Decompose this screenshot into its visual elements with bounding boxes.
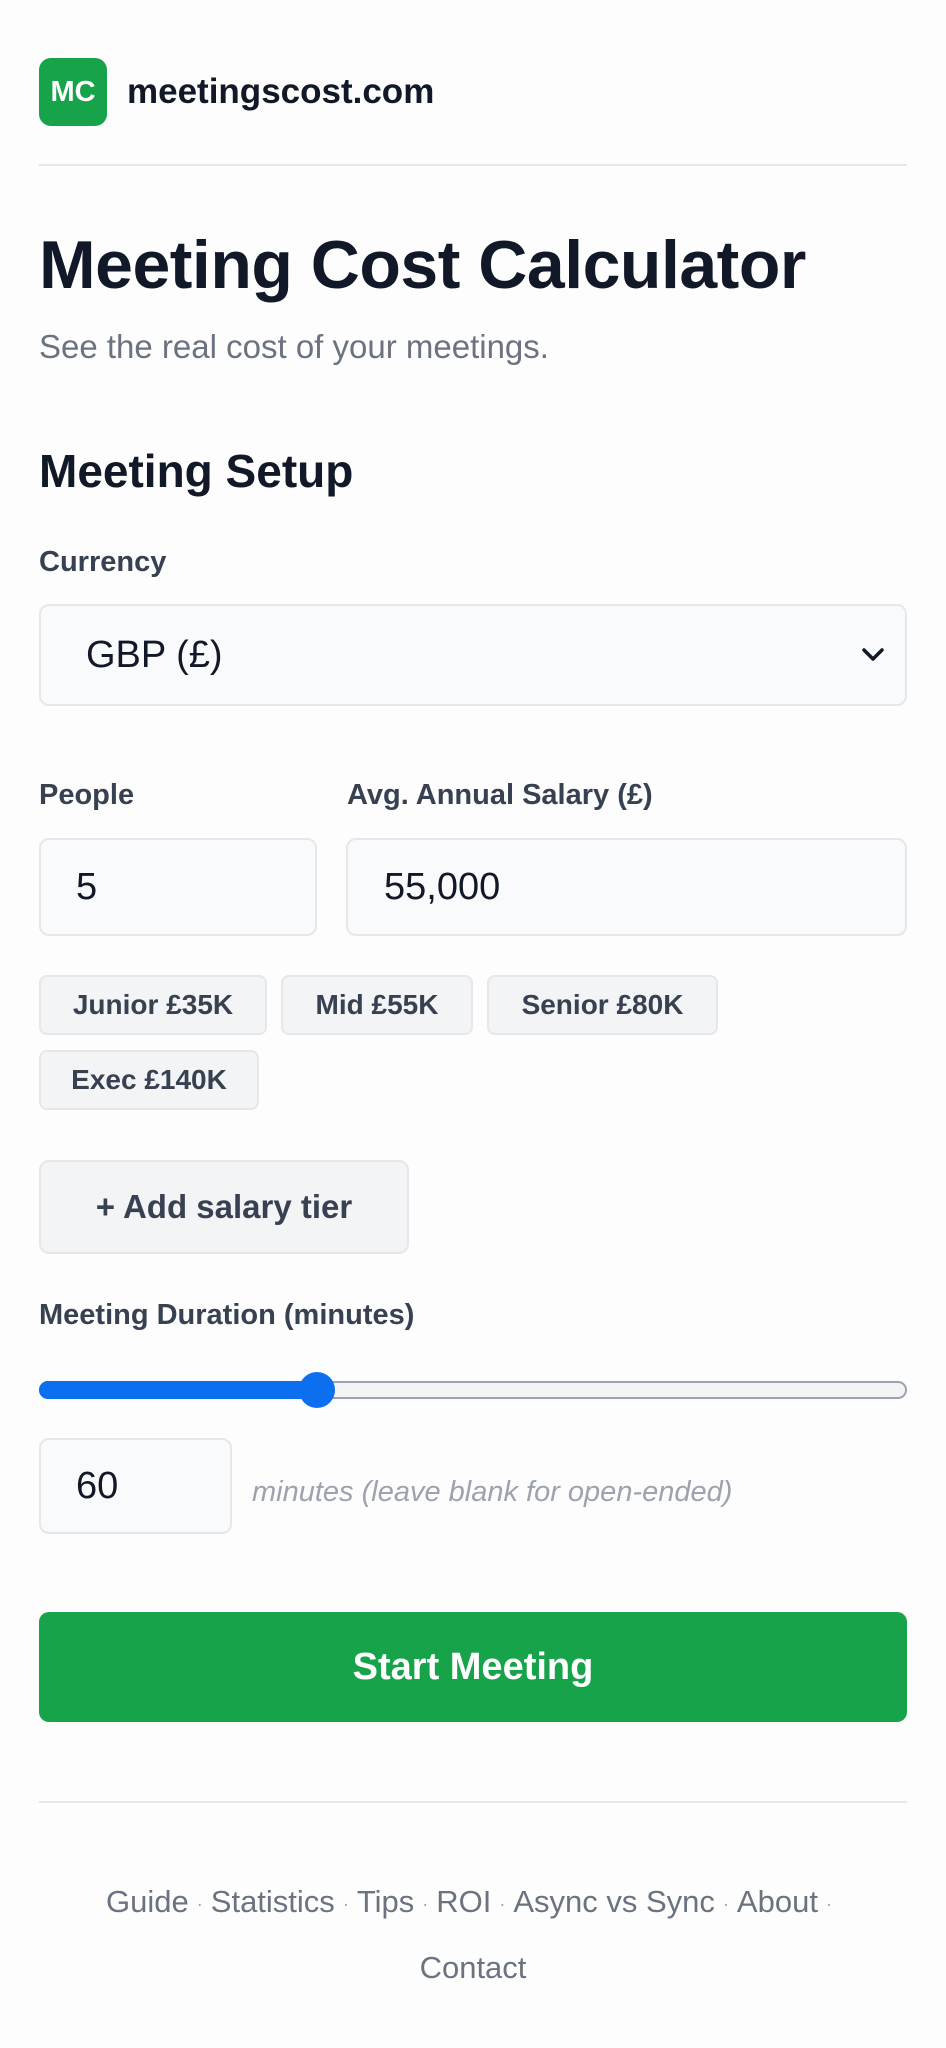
salary-input[interactable]: 55,000	[346, 838, 907, 936]
footer-divider	[39, 1801, 907, 1803]
people-value: 5	[76, 865, 98, 908]
preset-mid-button[interactable]: Mid £55K	[281, 975, 473, 1035]
people-input[interactable]: 5	[39, 838, 317, 936]
footer-separator: ·	[825, 1893, 832, 1914]
footer-nav: Guide · Statistics · Tips · ROI · Async vs Sync ·…	[39, 1870, 907, 2000]
footer-separator: ·	[422, 1893, 429, 1914]
salary-label: Avg. Annual Salary (£)	[347, 779, 653, 811]
currency-value: GBP (£)	[86, 633, 223, 676]
chevron-down-icon	[855, 637, 891, 673]
footer-link-async-vs-sync[interactable]: Async vs Sync	[513, 1884, 715, 1919]
duration-label: Meeting Duration (minutes)	[39, 1299, 415, 1331]
duration-value: 60	[76, 1464, 119, 1507]
slider-fill	[39, 1381, 317, 1399]
add-salary-tier-button[interactable]: + Add salary tier	[39, 1160, 409, 1254]
page-title: Meeting Cost Calculator	[39, 227, 806, 303]
footer-separator: ·	[196, 1893, 203, 1914]
start-meeting-button[interactable]: Start Meeting	[39, 1612, 907, 1722]
site-header: MC meetingscost.com	[39, 58, 434, 126]
logo[interactable]: MC	[39, 58, 107, 126]
footer-separator: ·	[499, 1893, 506, 1914]
people-label: People	[39, 779, 135, 811]
currency-select[interactable]: GBP (£)	[39, 604, 907, 706]
footer-link-about[interactable]: About	[737, 1884, 818, 1919]
currency-label: Currency	[39, 546, 167, 578]
page-subtitle: See the real cost of your meetings.	[39, 328, 549, 365]
duration-input[interactable]: 60	[39, 1438, 232, 1534]
duration-slider[interactable]	[39, 1372, 907, 1408]
meeting-cost-page: MC meetingscost.com Meeting Cost Calcula…	[0, 0, 946, 2048]
salary-value: 55,000	[384, 865, 501, 908]
footer-link-roi[interactable]: ROI	[436, 1884, 491, 1919]
footer-link-contact[interactable]: Contact	[420, 1950, 527, 1985]
logo-text: MC	[50, 75, 96, 108]
footer-separator: ·	[722, 1893, 729, 1914]
preset-junior-button[interactable]: Junior £35K	[39, 975, 267, 1035]
section-heading: Meeting Setup	[39, 445, 354, 497]
footer-separator: ·	[342, 1893, 349, 1914]
footer-link-tips[interactable]: Tips	[357, 1884, 414, 1919]
header-divider	[39, 164, 907, 166]
slider-thumb[interactable]	[299, 1372, 335, 1408]
footer-link-guide[interactable]: Guide	[106, 1884, 189, 1919]
duration-hint: minutes (leave blank for open-ended)	[252, 1476, 733, 1508]
preset-exec-button[interactable]: Exec £140K	[39, 1050, 259, 1110]
brand-name[interactable]: meetingscost.com	[127, 72, 434, 112]
preset-senior-button[interactable]: Senior £80K	[487, 975, 718, 1035]
footer-link-statistics[interactable]: Statistics	[211, 1884, 335, 1919]
